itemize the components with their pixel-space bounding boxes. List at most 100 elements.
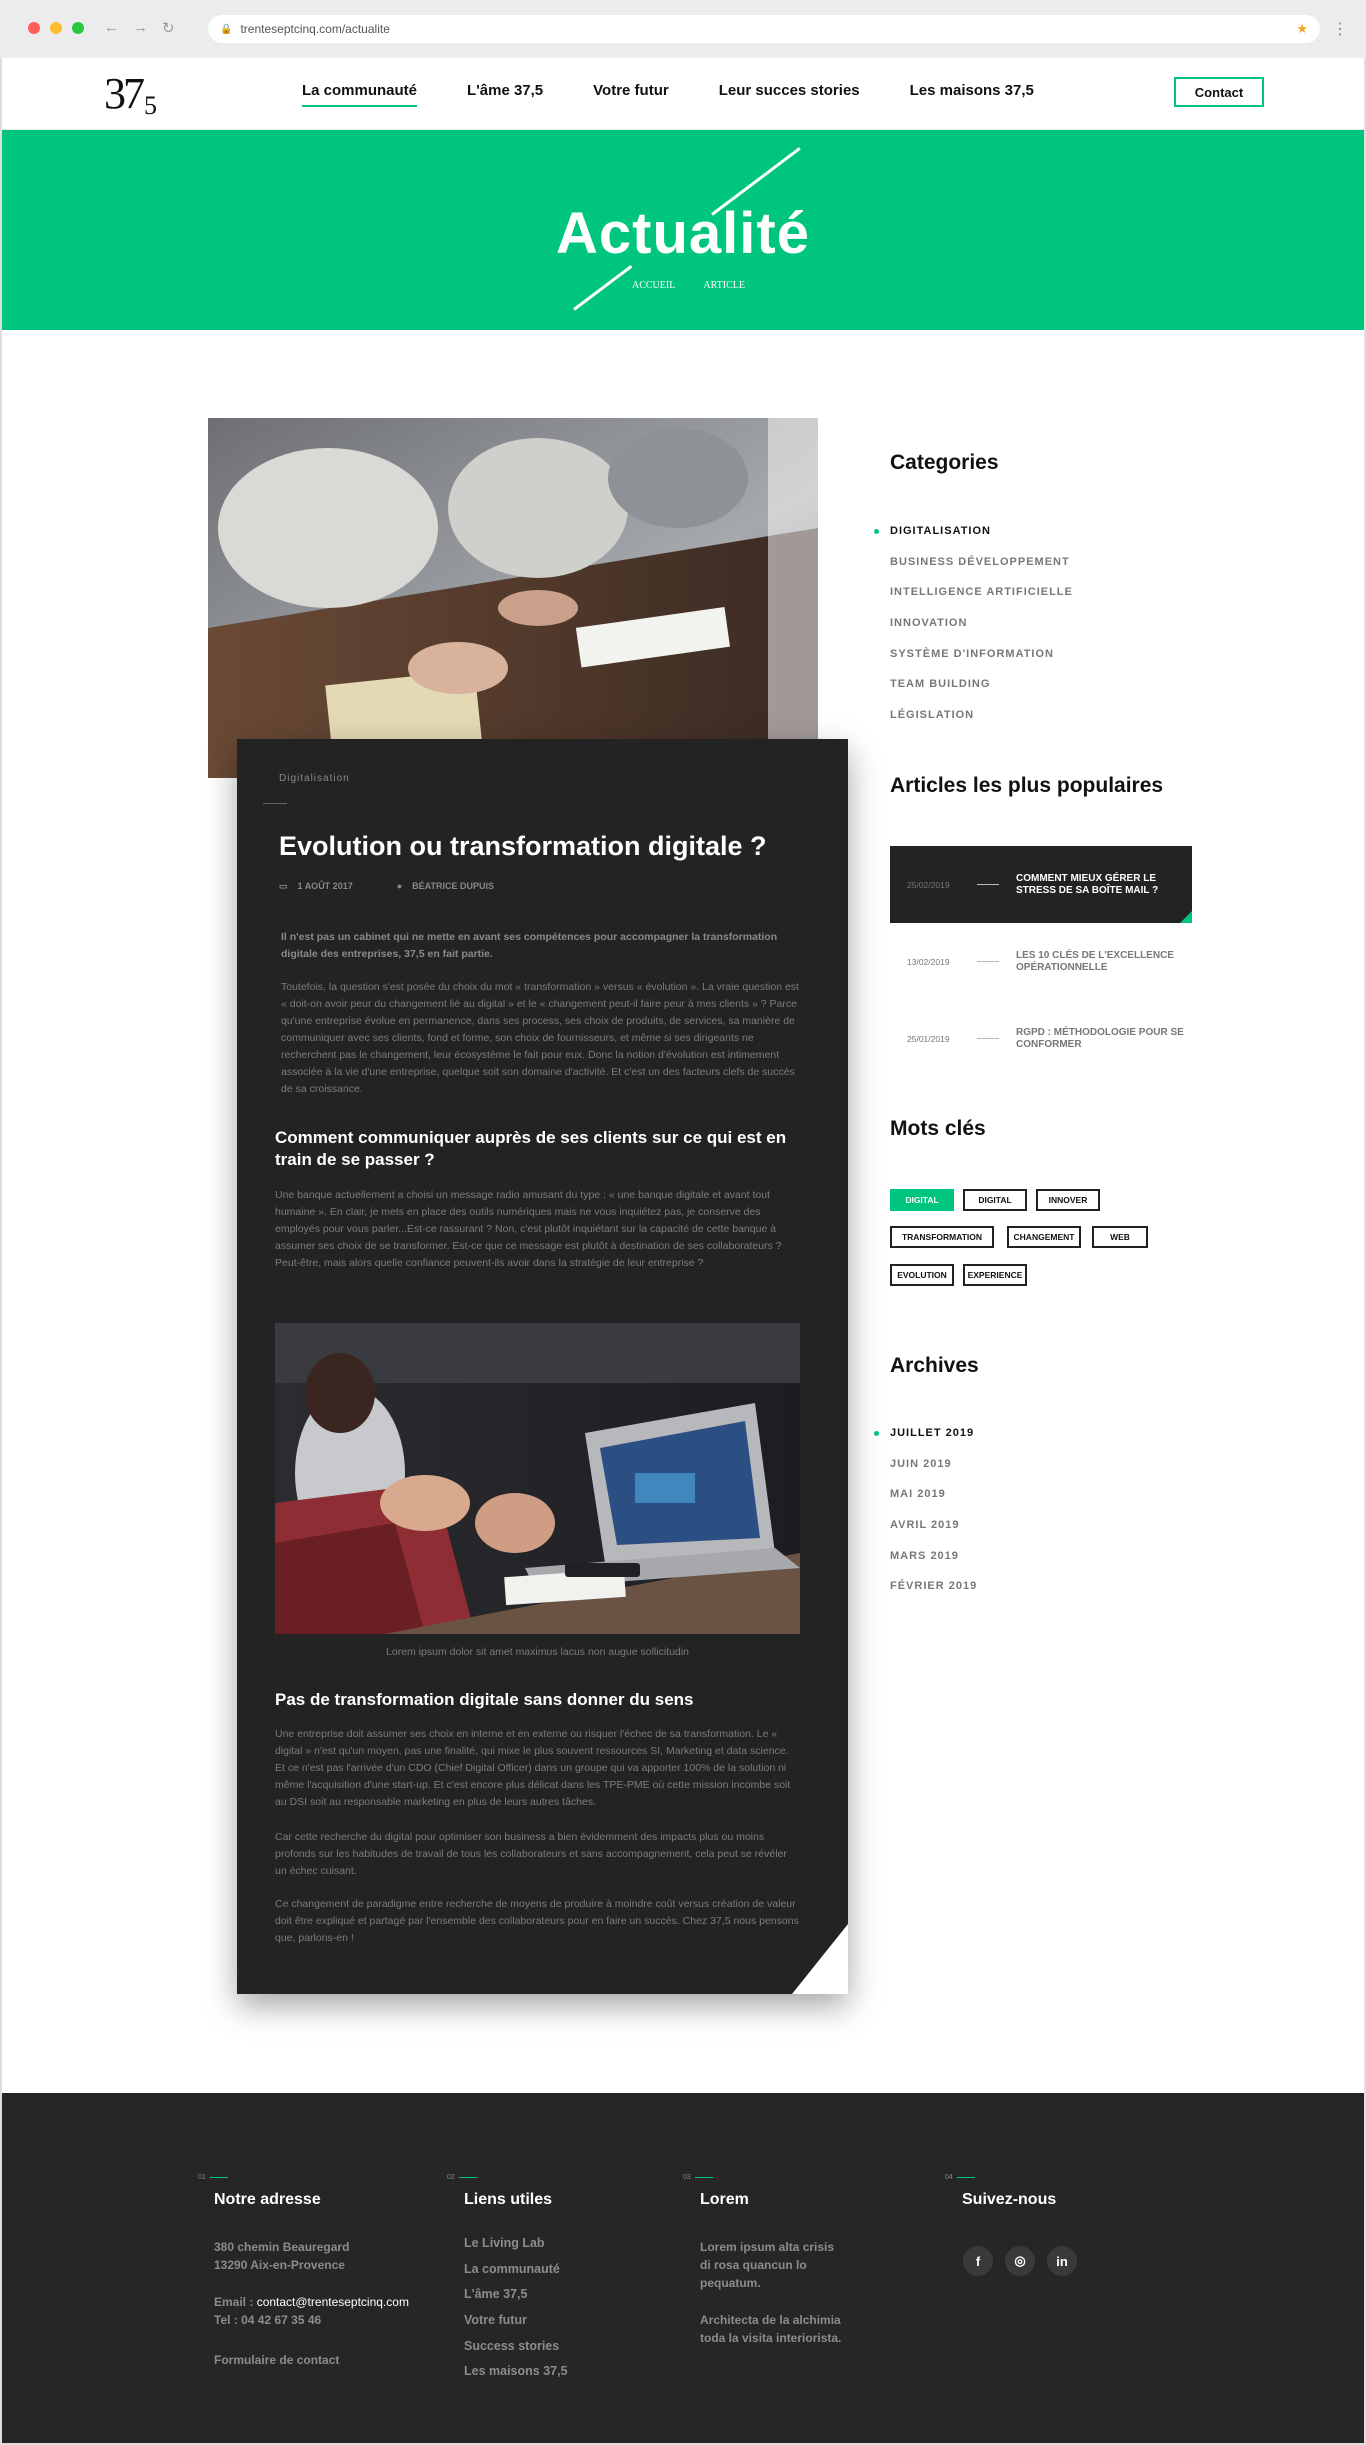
article-paragraph: Car cette recherche du digital pour opti… <box>275 1831 787 1877</box>
close-window-button[interactable] <box>28 22 40 34</box>
popular-title-text[interactable]: RGPD : MÉTHODOLOGIE POUR SE CONFORMER <box>1016 1027 1186 1051</box>
archive-item[interactable]: AVRIL 2019 <box>890 1519 977 1550</box>
laptop-meeting-photo <box>275 1323 800 1634</box>
category-item[interactable]: BUSINESS DÉVELOPPEMENT <box>890 556 1073 587</box>
category-item[interactable]: LÉGISLATION <box>890 709 1073 740</box>
bookmark-star-icon[interactable]: ★ <box>1296 21 1308 37</box>
popular-date: 13/02/2019 <box>907 956 950 967</box>
article-card: Digitalisation Evolution ou transformati… <box>237 739 848 1994</box>
page-title: Actualité <box>556 201 810 266</box>
archive-item[interactable]: JUILLET 2019 <box>873 1427 977 1458</box>
archives-list: JUILLET 2019 JUIN 2019 MAI 2019 AVRIL 20… <box>873 1427 977 1611</box>
footer-link[interactable]: Success stories <box>464 2339 568 2365</box>
article-inline-image <box>275 1323 800 1634</box>
archive-item[interactable]: MARS 2019 <box>890 1550 977 1581</box>
contact-form-link[interactable]: Formulaire de contact <box>214 2351 339 2369</box>
facebook-icon[interactable]: f <box>963 2246 993 2276</box>
address-bar[interactable]: 🔒 trenteseptcinq.com/actualite ★ <box>208 15 1320 43</box>
email-link[interactable]: contact@trenteseptcinq.com <box>257 2295 409 2309</box>
tag[interactable]: TRANSFORMATION <box>890 1226 994 1248</box>
maximize-window-button[interactable] <box>72 22 84 34</box>
article-author-wrap: ● BÉATRICE DUPUIS <box>397 881 494 892</box>
article-paragraph: Une banque actuellement a choisi un mess… <box>275 1189 782 1269</box>
linkedin-icon[interactable]: in <box>1047 2246 1077 2276</box>
breadcrumb-home[interactable]: ACCUEIL <box>632 280 675 291</box>
category-item[interactable]: DIGITALISATION <box>874 525 1073 556</box>
footer-col-number: 04 <box>945 2174 975 2181</box>
logo-subscript: 5 <box>144 91 157 120</box>
popular-title-text[interactable]: LES 10 CLÉS DE L'EXCELLENCE OPÉRATIONNEL… <box>1016 950 1186 974</box>
popular-title-text[interactable]: COMMENT MIEUX GÉRER LE STRESS DE SA BOÎT… <box>1016 873 1186 897</box>
footer-lorem-text: Architecta de la alchimia toda la visita… <box>700 2311 841 2347</box>
archive-item[interactable]: JUIN 2019 <box>890 1458 977 1489</box>
popular-articles: 25/02/2019 COMMENT MIEUX GÉRER LE STRESS… <box>890 846 1192 1077</box>
footer-contact: Email : contact@trenteseptcinq.com Tel :… <box>214 2293 409 2329</box>
article-author[interactable]: BÉATRICE DUPUIS <box>412 881 494 891</box>
article-paragraph: Une entreprise doit assumer ses choix en… <box>275 1728 791 1808</box>
divider <box>977 884 999 885</box>
article-lead: Il n'est pas un cabinet qui ne mette en … <box>281 931 778 960</box>
article-paragraph: Toutefois, la question s'est posée du ch… <box>281 981 799 1095</box>
footer-link[interactable]: Les maisons 37,5 <box>464 2364 568 2390</box>
article-meta: ▭ 1 AOÛT 2017 ● BÉATRICE DUPUIS <box>279 881 494 892</box>
email-label: Email : <box>214 2295 257 2309</box>
article-date-wrap: ▭ 1 AOÛT 2017 <box>279 881 353 892</box>
site-logo[interactable]: 375 <box>104 68 157 120</box>
nav-l-ame[interactable]: L'âme 37,5 <box>467 82 543 107</box>
tag[interactable]: INNOVER <box>1036 1189 1100 1211</box>
divider <box>977 1038 999 1039</box>
calendar-icon: ▭ <box>279 881 288 891</box>
footer-col-number: 01 <box>198 2174 228 2181</box>
meeting-photo <box>208 418 818 778</box>
instagram-icon[interactable]: ◎ <box>1005 2246 1035 2276</box>
article-date: 1 AOÛT 2017 <box>297 881 353 891</box>
decorative-slash <box>573 264 633 311</box>
popular-article[interactable]: 13/02/2019 LES 10 CLÉS DE L'EXCELLENCE O… <box>890 923 1192 1000</box>
social-links: f ◎ in <box>963 2246 1077 2276</box>
popular-title: Articles les plus populaires <box>890 774 1164 797</box>
category-item[interactable]: INNOVATION <box>890 617 1073 648</box>
footer-link[interactable]: La communauté <box>464 2262 568 2288</box>
article-paragraph: Ce changement de paradigme entre recherc… <box>275 1898 799 1944</box>
tag[interactable]: EVOLUTION <box>890 1264 954 1286</box>
archive-item[interactable]: FÉVRIER 2019 <box>890 1580 977 1611</box>
nav-les-maisons[interactable]: Les maisons 37,5 <box>910 82 1034 107</box>
category-item[interactable]: SYSTÈME D'INFORMATION <box>890 648 1073 679</box>
breadcrumb-article: ARTICLE <box>703 280 745 291</box>
forward-arrow-icon[interactable]: → <box>133 19 148 37</box>
contact-button[interactable]: Contact <box>1174 77 1264 107</box>
back-arrow-icon[interactable]: ← <box>104 19 119 37</box>
tag[interactable]: DIGITAL <box>890 1189 954 1211</box>
user-icon: ● <box>396 881 403 891</box>
footer-link[interactable]: L'âme 37,5 <box>464 2287 568 2313</box>
tag[interactable]: EXPERIENCE <box>963 1264 1027 1286</box>
footer-col-number: 02 <box>447 2174 477 2181</box>
url-text[interactable]: trenteseptcinq.com/actualite <box>240 22 389 36</box>
footer-lorem-text: Lorem ipsum alta crisis di rosa quancun … <box>700 2238 834 2292</box>
popular-date: 25/01/2019 <box>907 1033 950 1044</box>
lorem-line: Architecta de la alchimia <box>700 2313 841 2327</box>
minimize-window-button[interactable] <box>50 22 62 34</box>
footer-link[interactable]: Votre futur <box>464 2313 568 2339</box>
nav-votre-futur[interactable]: Votre futur <box>593 82 669 107</box>
reload-icon[interactable]: ↻ <box>162 19 175 37</box>
popular-article[interactable]: 25/01/2019 RGPD : MÉTHODOLOGIE POUR SE C… <box>890 1000 1192 1077</box>
tag[interactable]: WEB <box>1092 1226 1148 1248</box>
tag[interactable]: CHANGEMENT <box>1007 1226 1081 1248</box>
image-caption: Lorem ipsum dolor sit amet maximus lacus… <box>386 1646 689 1658</box>
archive-item[interactable]: MAI 2019 <box>890 1488 977 1519</box>
window-controls <box>28 22 84 34</box>
browser-menu-icon[interactable]: ⋮ <box>1332 19 1348 39</box>
article-category[interactable]: Digitalisation <box>279 773 350 784</box>
nav-la-communaute[interactable]: La communauté <box>302 82 418 107</box>
category-item[interactable]: INTELLIGENCE ARTIFICIELLE <box>890 586 1073 617</box>
site-footer: 01 Notre adresse 380 chemin Beauregard 1… <box>2 2093 1364 2443</box>
footer-link[interactable]: Le Living Lab <box>464 2236 568 2262</box>
nav-success-stories[interactable]: Leur succes stories <box>719 82 860 107</box>
popular-article[interactable]: 25/02/2019 COMMENT MIEUX GÉRER LE STRESS… <box>890 846 1192 923</box>
web-page: 375 La communauté L'âme 37,5 Votre futur… <box>2 58 1364 2443</box>
article-subheading: Pas de transformation digitale sans donn… <box>275 1690 694 1709</box>
phone-line[interactable]: Tel : 04 42 67 35 46 <box>214 2311 409 2329</box>
tag[interactable]: DIGITAL <box>963 1189 1027 1211</box>
category-item[interactable]: TEAM BUILDING <box>890 678 1073 709</box>
